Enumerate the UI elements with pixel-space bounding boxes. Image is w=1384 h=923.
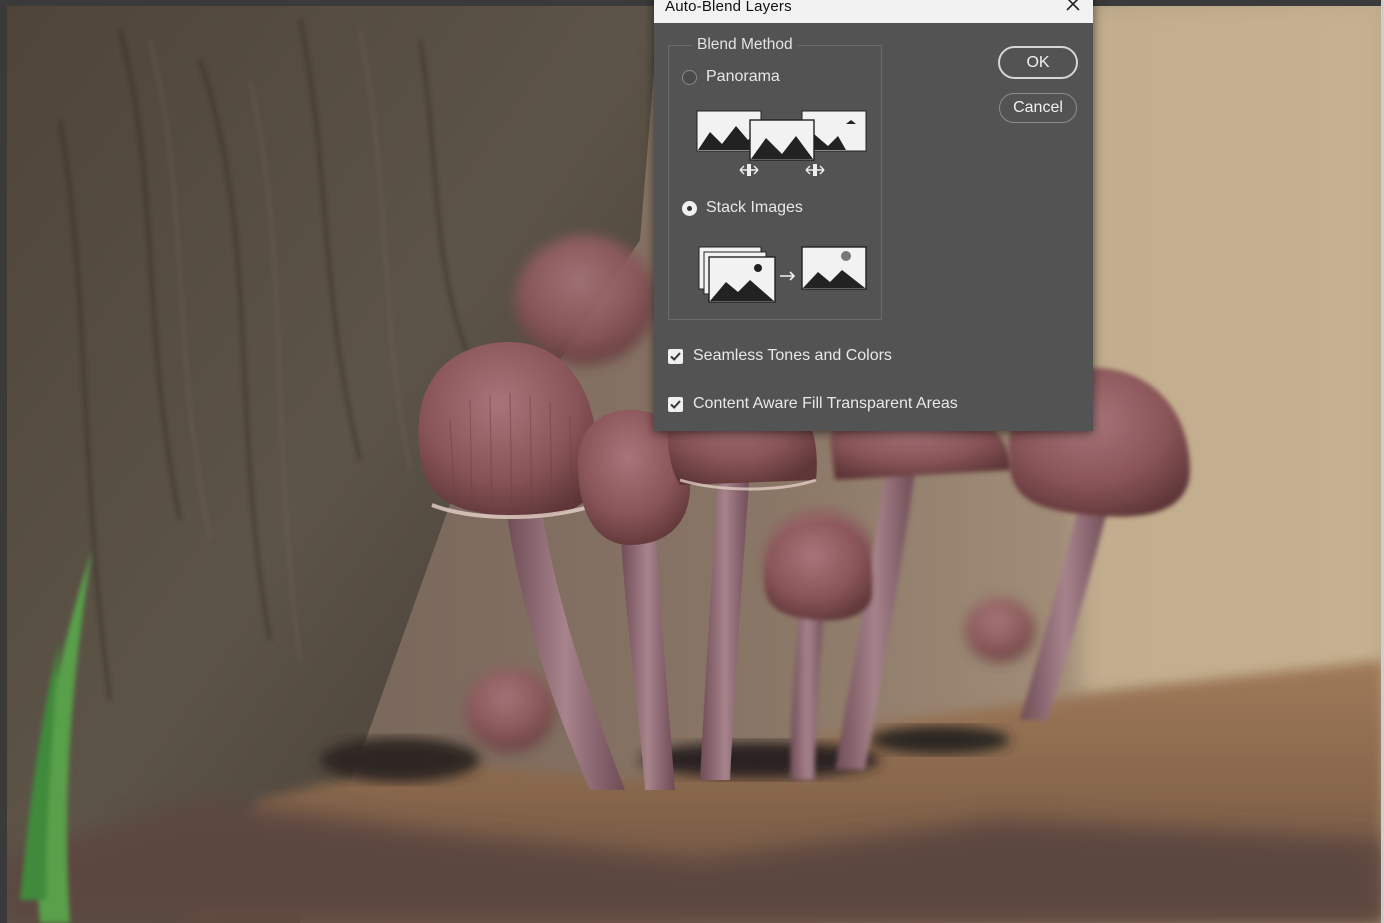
- seamless-tones-label: Seamless Tones and Colors: [693, 347, 892, 364]
- panorama-illustration-icon: [696, 110, 867, 176]
- stack-images-radio-button[interactable]: [682, 200, 697, 216]
- content-aware-fill-label: Content Aware Fill Transparent Areas: [693, 395, 958, 412]
- stack-images-illustration-icon: [698, 246, 867, 303]
- ok-button[interactable]: OK: [998, 46, 1078, 79]
- dialog-title: Auto-Blend Layers: [665, 0, 792, 15]
- cancel-button[interactable]: Cancel: [999, 93, 1077, 123]
- seamless-tones-checkbox[interactable]: Seamless Tones and Colors: [668, 347, 892, 365]
- seamless-tones-checkbox-box[interactable]: [668, 348, 683, 364]
- stack-images-radio[interactable]: Stack Images: [682, 199, 803, 217]
- canvas-left-edge: [0, 0, 7, 923]
- panorama-label: Panorama: [706, 68, 780, 85]
- panorama-radio[interactable]: Panorama: [682, 68, 780, 86]
- auto-blend-layers-dialog: Auto-Blend Layers Blend Method Panorama …: [654, 0, 1093, 431]
- content-aware-fill-checkbox[interactable]: Content Aware Fill Transparent Areas: [668, 395, 958, 413]
- stack-images-label: Stack Images: [706, 199, 803, 216]
- content-aware-fill-checkbox-box[interactable]: [668, 396, 683, 412]
- blend-method-label: Blend Method: [692, 36, 798, 54]
- panorama-radio-button[interactable]: [682, 69, 697, 85]
- close-icon[interactable]: [1061, 0, 1085, 16]
- dialog-titlebar[interactable]: Auto-Blend Layers: [654, 0, 1093, 23]
